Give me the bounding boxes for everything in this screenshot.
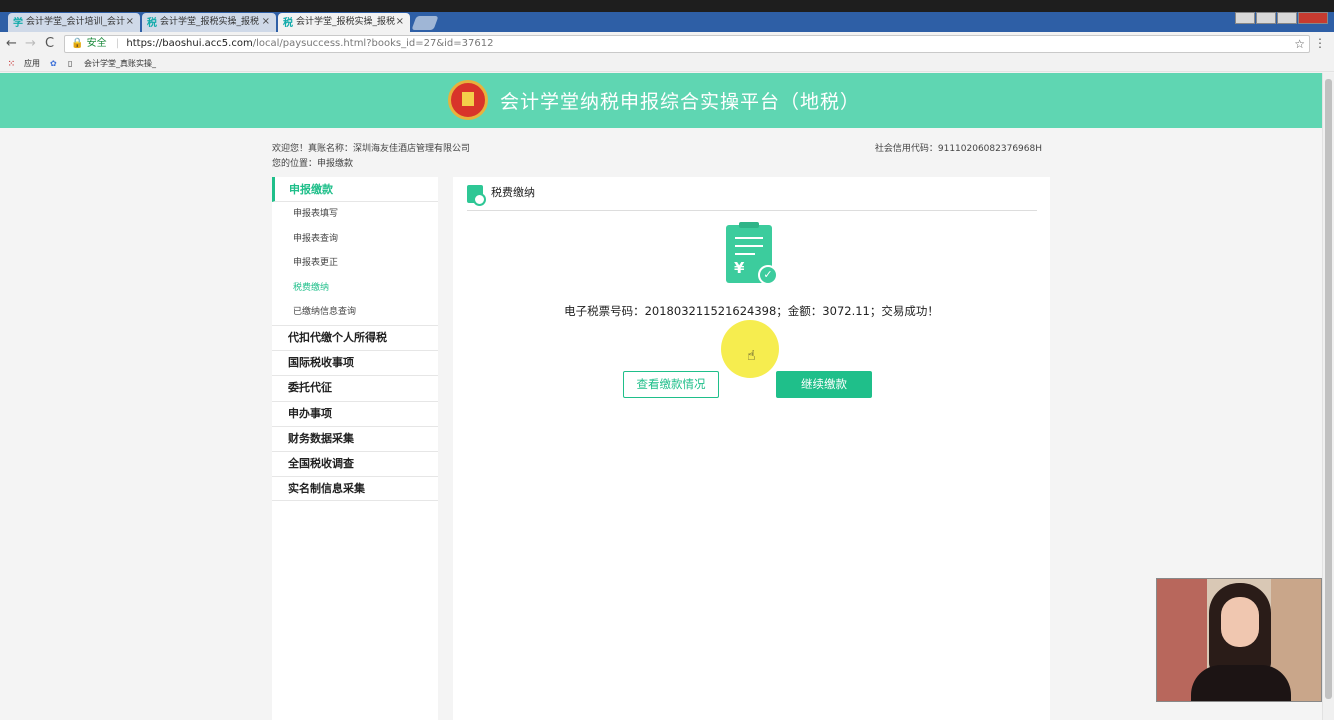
presenter-face xyxy=(1221,597,1259,647)
browser-menu-icon[interactable]: ⋮ xyxy=(1314,36,1326,50)
presenter-body xyxy=(1191,665,1291,701)
sidebar-item-applications[interactable]: 申办事项 xyxy=(272,400,438,426)
bookmark-apps[interactable]: 应用 xyxy=(24,57,40,71)
bookmark-star-icon[interactable]: ☆ xyxy=(1294,36,1305,52)
tab-label: 会计学堂_报税实操_报税 xyxy=(160,17,260,27)
sidebar-sub-correct-form[interactable]: 申报表更正 xyxy=(272,251,438,276)
tab-label: 会计学堂_报税实操_报税 xyxy=(296,17,396,27)
close-window-button[interactable] xyxy=(1298,12,1328,24)
bookmarks-bar: ⁙ 应用 ✿ ▯ 会计学堂_真账实操_ xyxy=(0,56,1334,72)
sidebar-sub-query-form[interactable]: 申报表查询 xyxy=(272,227,438,252)
sidebar-item-withholding-iit[interactable]: 代扣代缴个人所得税 xyxy=(272,324,438,350)
window-top-bar xyxy=(0,0,1334,12)
receipt-line xyxy=(735,237,763,239)
site-header: 会计学堂纳税申报综合实操平台（地税） xyxy=(0,73,1322,128)
address-separator: | xyxy=(115,38,120,49)
view-payment-button[interactable]: 查看缴款情况 xyxy=(623,371,719,398)
clipboard-clip xyxy=(739,222,759,228)
apps-grid-icon[interactable]: ⁙ xyxy=(8,57,15,71)
user-icon[interactable] xyxy=(1235,12,1255,24)
browser-tab-1[interactable]: 学 会计学堂_会计培训_会计 × xyxy=(8,13,140,32)
panel-header: 税费缴纳 xyxy=(467,185,1037,211)
maximize-button[interactable] xyxy=(1277,12,1297,24)
browser-tab-3-active[interactable]: 税 会计学堂_报税实操_报税 × xyxy=(278,13,410,32)
check-icon: ✓ xyxy=(758,265,778,285)
sidebar-item-finance-data[interactable]: 财务数据采集 xyxy=(272,425,438,451)
page-icon: ▯ xyxy=(68,59,73,68)
url-host: https://baoshui.acc5.com xyxy=(126,38,253,49)
tab-favicon-icon: 税 xyxy=(147,18,157,29)
url-path: /local/paysuccess.html?books_id=27&id=37… xyxy=(252,38,494,49)
sidebar-sub-tax-payment[interactable]: 税费缴纳 xyxy=(272,276,438,301)
tax-payment-icon xyxy=(467,185,486,206)
back-icon[interactable]: ← xyxy=(6,36,17,52)
tab-close-icon[interactable]: × xyxy=(262,13,270,31)
browser-tab-2[interactable]: 税 会计学堂_报税实操_报税 × xyxy=(142,13,276,32)
sidebar-item-intl-tax[interactable]: 国际税收事项 xyxy=(272,350,438,375)
continue-payment-button[interactable]: 继续缴款 xyxy=(776,371,872,398)
sidebar-item-entrusted[interactable]: 委托代征 xyxy=(272,375,438,400)
baidu-paw-icon[interactable]: ✿ xyxy=(50,57,57,71)
receipt-line xyxy=(735,253,755,255)
credit-code: 社会信用代码：91110206082376968H xyxy=(874,144,1042,154)
sidebar-item-tax-survey[interactable]: 全国税收调查 xyxy=(272,450,438,476)
webcam-overlay xyxy=(1156,578,1322,702)
tab-bar: 学 会计学堂_会计培训_会计 × 税 会计学堂_报税实操_报税 × 税 会计学堂… xyxy=(0,12,1334,32)
address-bar[interactable]: 🔒 安全 | https://baoshui.acc5.com/local/pa… xyxy=(64,35,1310,53)
address-row: ← → C 🔒 安全 | https://baoshui.acc5.com/lo… xyxy=(0,32,1334,56)
page-content: 会计学堂纳税申报综合实操平台（地税） 欢迎您！真账名称：深圳海友佳酒店管理有限公… xyxy=(0,73,1322,720)
tab-favicon-icon: 学 xyxy=(13,18,23,29)
site-title: 会计学堂纳税申报综合实操平台（地税） xyxy=(500,91,861,113)
sidebar-sub-paid-query[interactable]: 已缴纳信息查询 xyxy=(272,300,438,325)
new-tab-button[interactable] xyxy=(411,16,439,30)
tab-label: 会计学堂_会计培训_会计 xyxy=(26,17,126,27)
scrollbar-thumb[interactable] xyxy=(1325,79,1332,699)
receipt-success-icon: ¥ ✓ xyxy=(726,222,778,285)
panel-title: 税费缴纳 xyxy=(491,186,535,199)
welcome-text: 欢迎您！真账名称：深圳海友佳酒店管理有限公司 xyxy=(272,144,471,154)
reload-icon[interactable]: C xyxy=(45,36,54,52)
sidebar-menu: 申报缴款 申报表填写 申报表查询 申报表更正 税费缴纳 已缴纳信息查询 代扣代缴… xyxy=(272,177,438,720)
sidebar-item-real-name[interactable]: 实名制信息采集 xyxy=(272,476,438,502)
window-controls xyxy=(1235,12,1328,32)
bookmark-item[interactable]: 会计学堂_真账实操_ xyxy=(84,57,156,71)
payment-result-text: 电子税票号码：201803211521624398；金额：3072.11；交易成… xyxy=(564,304,939,318)
main-panel: 税费缴纳 ¥ ✓ 电子税票号码：201803211521624398；金额：30… xyxy=(453,177,1050,720)
national-emblem-icon xyxy=(448,80,488,120)
breadcrumb: 您的位置：申报缴款 xyxy=(272,159,354,169)
tab-close-icon[interactable]: × xyxy=(126,13,134,31)
hand-cursor-icon: ☝ xyxy=(747,348,756,364)
secure-label: 安全 xyxy=(86,38,107,49)
lock-icon: 🔒 xyxy=(71,38,84,49)
tab-favicon-icon: 税 xyxy=(283,18,293,29)
yen-icon: ¥ xyxy=(734,259,745,277)
tab-close-icon[interactable]: × xyxy=(396,13,404,31)
forward-icon[interactable]: → xyxy=(25,36,36,52)
welcome-info: 欢迎您！真账名称：深圳海友佳酒店管理有限公司 您的位置：申报缴款 xyxy=(272,142,470,172)
page-scrollbar[interactable] xyxy=(1322,73,1334,720)
receipt-line xyxy=(735,245,763,247)
sidebar-sub-fill-form[interactable]: 申报表填写 xyxy=(272,202,438,227)
sidebar-item-declare-pay[interactable]: 申报缴款 xyxy=(272,177,438,202)
minimize-button[interactable] xyxy=(1256,12,1276,24)
